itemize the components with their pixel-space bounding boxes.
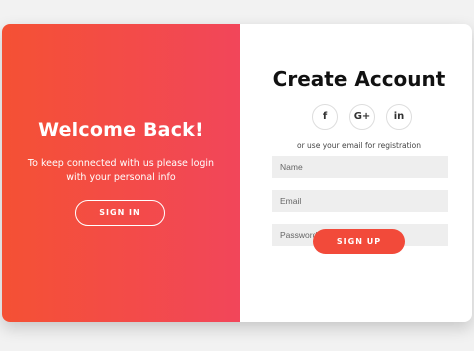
social-buttons: f G+ in [312,104,412,130]
welcome-title: Welcome Back! [38,119,204,141]
registration-hint: or use your email for registration [297,141,421,150]
google-plus-icon[interactable]: G+ [349,104,375,130]
welcome-text: To keep connected with us please login w… [27,158,215,183]
auth-card: Welcome Back! To keep connected with us … [2,24,472,322]
name-input[interactable] [272,156,448,178]
facebook-icon[interactable]: f [312,104,338,130]
sign-in-button[interactable]: SIGN IN [75,200,165,226]
welcome-panel: Welcome Back! To keep connected with us … [2,24,240,322]
form-title: Create Account [272,67,446,91]
email-input[interactable] [272,190,448,212]
signup-form: Create Account f G+ in or use your email… [240,24,472,322]
sign-up-button[interactable]: SIGN UP [313,229,405,254]
linkedin-icon[interactable]: in [386,104,412,130]
